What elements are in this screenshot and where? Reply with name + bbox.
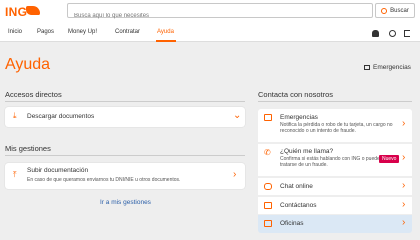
- card-icon: [264, 114, 272, 121]
- emergencias-desc: Notifica la pérdida o robo de tu tarjeta…: [280, 122, 393, 134]
- chevron-right-icon: ›: [402, 217, 406, 228]
- search-button-label: Buscar: [390, 7, 409, 14]
- bell-icon[interactable]: [372, 30, 379, 37]
- mail-icon: [264, 202, 272, 209]
- chevron-right-icon: ›: [233, 169, 237, 180]
- office-icon: [264, 220, 272, 227]
- upload-icon: ⤒: [13, 170, 17, 179]
- emergency-icon: [364, 65, 370, 70]
- subir-documentacion-card[interactable]: ⤒ Subir documentación En caso de que que…: [5, 163, 245, 189]
- oficinas-title: Oficinas: [280, 220, 304, 227]
- logout-icon[interactable]: [404, 30, 410, 37]
- chat-title: Chat online: [280, 183, 313, 190]
- divider: [5, 155, 245, 156]
- divider: [5, 101, 245, 102]
- contact-oficinas[interactable]: Oficinas ›: [258, 215, 412, 233]
- page-title: Ayuda: [5, 56, 51, 73]
- nav-inicio[interactable]: Inicio: [8, 29, 22, 35]
- search-box: [67, 3, 373, 23]
- nav-contratar[interactable]: Contratar: [115, 29, 140, 35]
- main-nav: Inicio Pagos Money Up! Contratar Ayuda: [0, 22, 420, 42]
- nuevo-badge: Nuevo: [379, 155, 400, 163]
- search-button[interactable]: Buscar: [375, 3, 415, 18]
- search-input[interactable]: [68, 9, 372, 23]
- descargar-label: Descargar documentos: [27, 113, 95, 120]
- contact-contactanos[interactable]: Contáctanos ›: [258, 196, 412, 214]
- ir-a-mis-gestiones-link[interactable]: Ir a mis gestiones: [100, 199, 151, 206]
- download-icon: ⤓: [13, 111, 17, 120]
- lion-logo-icon: [26, 6, 40, 15]
- top-bar: ING Buscar: [0, 0, 420, 23]
- chat-icon: [264, 183, 272, 190]
- contactanos-title: Contáctanos: [280, 202, 317, 209]
- accesos-heading: Accesos directos: [5, 90, 62, 99]
- quien-desc: Confirma si estás hablando con ING o pue…: [280, 156, 380, 168]
- divider: [258, 101, 412, 102]
- nav-pagos[interactable]: Pagos: [37, 29, 54, 35]
- contact-chat-online[interactable]: Chat online ›: [258, 177, 412, 195]
- phone-icon: ✆: [264, 148, 271, 157]
- nav-ayuda[interactable]: Ayuda: [157, 29, 174, 35]
- nav-money-up[interactable]: Money Up!: [68, 29, 97, 35]
- chevron-right-icon: ›: [402, 199, 406, 210]
- chevron-right-icon: ›: [402, 118, 406, 129]
- emergencias-title: Emergencias: [280, 114, 318, 121]
- user-icon[interactable]: [389, 30, 396, 37]
- chevron-right-icon: ›: [402, 152, 406, 163]
- emergencias-link[interactable]: Emergencias: [373, 64, 411, 71]
- subir-title: Subir documentación: [27, 167, 89, 174]
- active-tab-indicator: [156, 40, 176, 42]
- chevron-right-icon: ›: [402, 180, 406, 191]
- search-icon: [381, 7, 388, 14]
- ing-logo[interactable]: ING: [5, 5, 27, 19]
- subir-desc: En caso de que queramos enviarnos tu DNI…: [27, 177, 181, 183]
- descargar-documentos-card[interactable]: ⤓ Descargar documentos ⌄: [5, 107, 245, 127]
- chevron-down-icon: ⌄: [233, 110, 242, 121]
- contacto-heading: Contacta con nosotros: [258, 90, 334, 99]
- contact-emergencias[interactable]: Emergencias Notifica la pérdida o robo d…: [258, 109, 412, 142]
- quien-title: ¿Quién me llama?: [280, 148, 334, 155]
- gestiones-heading: Mis gestiones: [5, 144, 51, 153]
